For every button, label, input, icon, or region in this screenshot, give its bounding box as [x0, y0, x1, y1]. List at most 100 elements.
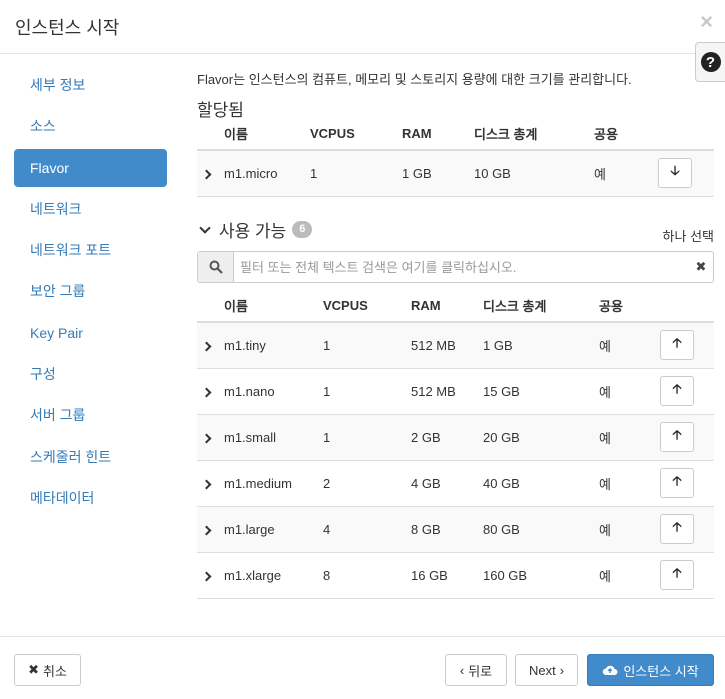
arrow-down-icon: 🡣	[670, 163, 680, 179]
arrow-up-icon: 🡡	[672, 381, 682, 396]
search-input[interactable]	[234, 252, 689, 282]
cancel-button[interactable]: ✖ 취소	[14, 654, 81, 686]
table-row: m1.xlarge 8 16 GB 160 GB 예 🡡	[197, 552, 714, 599]
flavor-public: 예	[599, 460, 660, 507]
flavor-name: m1.small	[224, 414, 323, 461]
flavor-public: 예	[599, 368, 660, 415]
sidebar-item-configuration[interactable]: 구성	[14, 355, 167, 393]
search-icon	[209, 260, 223, 274]
sidebar-item-network-ports[interactable]: 네트워크 포트	[14, 231, 167, 269]
allocate-button[interactable]: 🡡	[660, 468, 694, 498]
flavor-public: 예	[599, 506, 660, 553]
flavor-vcpus: 8	[323, 552, 411, 599]
flavor-disk: 10 GB	[474, 150, 594, 197]
flavor-ram: 4 GB	[411, 460, 483, 507]
chevron-down-icon	[199, 221, 211, 234]
flavor-ram: 1 GB	[402, 150, 474, 197]
flavor-public: 예	[599, 322, 660, 369]
flavor-ram: 512 MB	[411, 368, 483, 415]
flavor-disk: 160 GB	[483, 552, 599, 599]
col-public: 공용	[599, 289, 660, 323]
sidebar-item-details[interactable]: 세부 정보	[14, 66, 167, 104]
flavor-vcpus: 4	[323, 506, 411, 553]
flavor-ram: 8 GB	[411, 506, 483, 553]
clear-search-icon[interactable]: ✖	[689, 259, 713, 275]
chevron-right-icon[interactable]	[201, 387, 212, 397]
chevron-right-icon[interactable]	[201, 571, 212, 581]
launch-instance-button[interactable]: 인스턴스 시작	[587, 654, 714, 686]
flavor-description: Flavor는 인스턴스의 컴퓨트, 메모리 및 스토리지 용량에 대한 크기를…	[197, 72, 632, 87]
sidebar-item-server-groups[interactable]: 서버 그룹	[14, 396, 167, 434]
close-icon: ✖	[28, 662, 39, 677]
flavor-ram: 2 GB	[411, 414, 483, 461]
col-name: 이름	[224, 117, 310, 151]
table-row: m1.nano 1 512 MB 15 GB 예 🡡	[197, 368, 714, 415]
flavor-ram: 512 MB	[411, 322, 483, 369]
chevron-right-icon[interactable]	[201, 479, 212, 489]
flavor-public: 예	[599, 414, 660, 461]
table-row: m1.micro 1 1 GB 10 GB 예 🡣	[197, 150, 714, 197]
flavor-disk: 1 GB	[483, 322, 599, 369]
select-one-hint: 하나 선택	[662, 229, 714, 244]
chevron-right-icon: ›	[559, 662, 565, 678]
modal-footer: ✖ 취소 ‹ 뒤로 Next › 인스턴스 시작	[0, 636, 725, 699]
allocate-button[interactable]: 🡡	[660, 422, 694, 452]
flavor-vcpus: 1	[323, 414, 411, 461]
close-icon[interactable]: ×	[700, 11, 713, 33]
table-row: m1.tiny 1 512 MB 1 GB 예 🡡	[197, 322, 714, 369]
chevron-left-icon: ‹	[459, 662, 465, 678]
flavor-name: m1.large	[224, 506, 323, 553]
available-toggle[interactable]: 사용 가능 6	[197, 217, 313, 242]
help-button[interactable]: ?	[695, 42, 725, 82]
cancel-label: 취소	[42, 663, 67, 679]
arrow-up-icon: 🡡	[672, 565, 682, 580]
flavor-vcpus: 1	[310, 150, 402, 197]
flavor-vcpus: 1	[323, 368, 411, 415]
flavor-disk: 20 GB	[483, 414, 599, 461]
col-disk: 디스크 총계	[474, 117, 594, 151]
arrow-up-icon: 🡡	[672, 427, 682, 442]
col-vcpus: VCPUS	[323, 289, 411, 323]
back-label: 뒤로	[468, 663, 493, 679]
col-vcpus: VCPUS	[310, 117, 402, 151]
flavor-public: 예	[594, 150, 658, 197]
sidebar-item-flavor[interactable]: Flavor	[14, 148, 167, 187]
cloud-upload-icon	[603, 665, 618, 675]
flavor-disk: 80 GB	[483, 506, 599, 553]
sidebar-item-network[interactable]: 네트워크	[14, 190, 167, 228]
allocate-button[interactable]: 🡡	[660, 560, 694, 590]
sidebar-item-metadata[interactable]: 메타데이터	[14, 479, 167, 517]
deallocate-button[interactable]: 🡣	[658, 158, 692, 189]
arrow-up-icon: 🡡	[672, 519, 682, 534]
allocate-button[interactable]: 🡡	[660, 514, 694, 544]
col-public: 공용	[594, 117, 658, 151]
chevron-right-icon[interactable]	[201, 169, 212, 180]
sidebar-item-key-pair[interactable]: Key Pair	[14, 314, 167, 352]
chevron-right-icon[interactable]	[201, 433, 212, 443]
allocate-button[interactable]: 🡡	[660, 330, 694, 361]
search-icon-box	[198, 252, 234, 282]
chevron-right-icon[interactable]	[201, 525, 212, 535]
chevron-right-icon[interactable]	[201, 341, 212, 352]
col-name: 이름	[224, 289, 323, 323]
available-count-badge: 6	[292, 221, 313, 238]
search-bar: ✖	[197, 251, 714, 283]
allocate-button[interactable]: 🡡	[660, 376, 694, 406]
flavor-name: m1.nano	[224, 368, 323, 415]
arrow-up-icon: 🡡	[672, 335, 682, 351]
sidebar-item-security-groups[interactable]: 보안 그룹	[14, 272, 167, 310]
flavor-ram: 16 GB	[411, 552, 483, 599]
col-ram: RAM	[402, 117, 474, 151]
flavor-name: m1.tiny	[224, 322, 323, 369]
sidebar-item-source[interactable]: 소스	[14, 107, 167, 145]
flavor-vcpus: 2	[323, 460, 411, 507]
flavor-disk: 40 GB	[483, 460, 599, 507]
next-button[interactable]: Next ›	[515, 654, 578, 686]
col-ram: RAM	[411, 289, 483, 323]
question-icon: ?	[700, 52, 721, 72]
available-table: 이름 VCPUS RAM 디스크 총계 공용 m1.tiny 1 512 MB …	[197, 289, 714, 599]
table-row: m1.medium 2 4 GB 40 GB 예 🡡	[197, 460, 714, 507]
sidebar-item-scheduler-hints[interactable]: 스케줄러 힌트	[14, 438, 167, 476]
flavor-name: m1.xlarge	[224, 552, 323, 599]
back-button[interactable]: ‹ 뒤로	[445, 654, 507, 686]
